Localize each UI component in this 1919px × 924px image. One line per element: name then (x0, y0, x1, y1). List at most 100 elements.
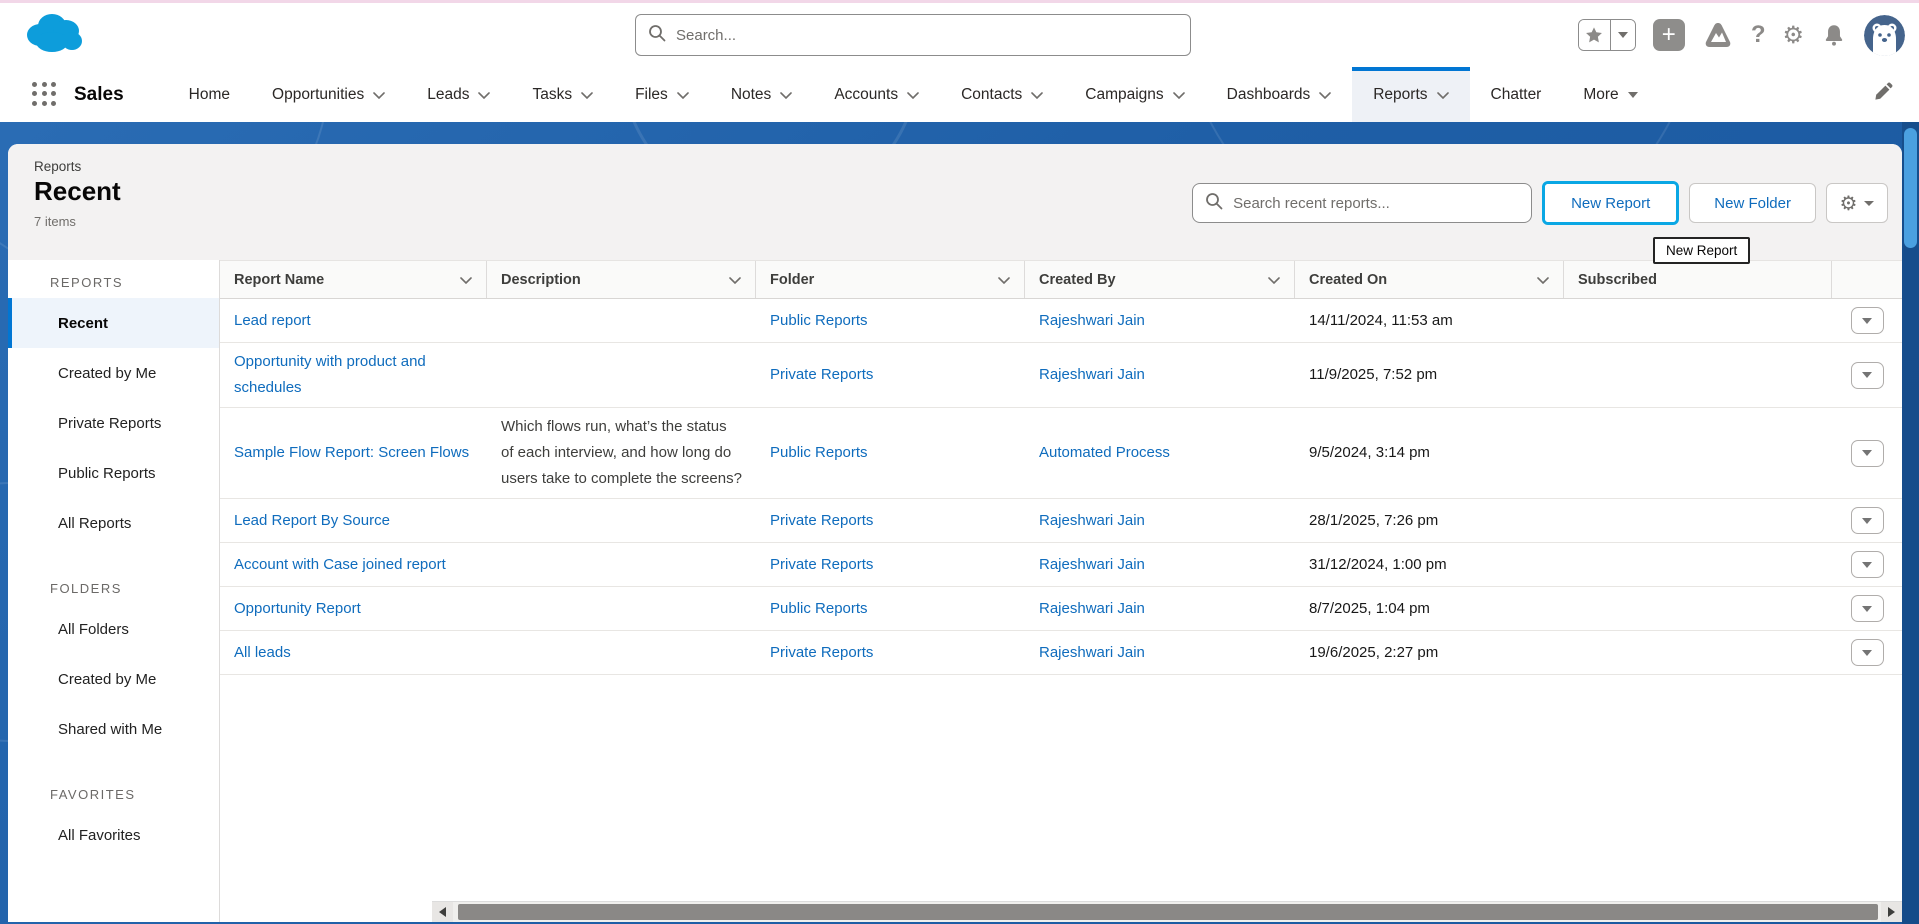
scroll-left-arrow-icon[interactable] (432, 902, 453, 922)
scroll-right-arrow-icon[interactable] (1881, 902, 1902, 922)
notifications-bell-icon[interactable] (1821, 22, 1847, 48)
caret-down-icon (1628, 92, 1638, 98)
cell-subscribed (1564, 499, 1832, 542)
created-by-link[interactable]: Rajeshwari Jain (1039, 596, 1145, 622)
vertical-scrollbar[interactable] (1902, 122, 1919, 924)
column-header-description[interactable]: Description (487, 261, 756, 298)
column-header-folder[interactable]: Folder (756, 261, 1025, 298)
row-actions-button[interactable] (1851, 440, 1884, 467)
tab-label: Notes (731, 86, 772, 104)
created-by-link[interactable]: Rajeshwari Jain (1039, 552, 1145, 578)
row-actions-button[interactable] (1851, 307, 1884, 334)
created-by-link[interactable]: Rajeshwari Jain (1039, 362, 1145, 388)
sidebar-item-label: Shared with Me (58, 721, 162, 738)
sidebar-item-all-folders[interactable]: All Folders (8, 604, 219, 654)
cell-row-actions (1832, 408, 1902, 498)
cell-description (487, 587, 756, 630)
tab-notes[interactable]: Notes (710, 67, 814, 122)
tab-reports[interactable]: Reports (1352, 67, 1469, 122)
setup-gear-icon[interactable]: ⚙ (1782, 21, 1804, 50)
table-row: Opportunity Report Public Reports Rajeshwa… (220, 587, 1902, 631)
app-name[interactable]: Sales (74, 84, 124, 106)
caret-down-icon (1862, 562, 1872, 568)
folder-link[interactable]: Public Reports (770, 440, 868, 466)
folder-link[interactable]: Public Reports (770, 308, 868, 334)
recent-reports-search-input[interactable] (1233, 195, 1519, 212)
new-folder-button[interactable]: New Folder (1689, 183, 1816, 223)
global-search[interactable] (635, 14, 1191, 56)
cell-description (487, 543, 756, 586)
tab-files[interactable]: Files (614, 67, 710, 122)
trailhead-icon[interactable] (1702, 19, 1734, 51)
cell-folder: Private Reports (756, 631, 1025, 674)
row-actions-button[interactable] (1851, 639, 1884, 666)
sidebar-item-label: Public Reports (58, 465, 156, 482)
tab-leads[interactable]: Leads (406, 67, 511, 122)
tab-home[interactable]: Home (168, 67, 251, 122)
sidebar-item-public-reports[interactable]: Public Reports (8, 448, 219, 498)
horizontal-scroll-thumb[interactable] (458, 904, 1878, 920)
new-report-button[interactable]: New Report (1545, 184, 1676, 222)
sidebar-item-label: Created by Me (58, 365, 156, 382)
folder-link[interactable]: Private Reports (770, 552, 873, 578)
created-by-link[interactable]: Automated Process (1039, 440, 1170, 466)
report-name-link[interactable]: All leads (234, 640, 291, 666)
folder-link[interactable]: Private Reports (770, 508, 873, 534)
sidebar-item-shared-with-me[interactable]: Shared with Me (8, 704, 219, 754)
row-actions-button[interactable] (1851, 507, 1884, 534)
created-by-link[interactable]: Rajeshwari Jain (1039, 640, 1145, 666)
tab-accounts[interactable]: Accounts (813, 67, 940, 122)
favorites-star-icon[interactable] (1579, 20, 1611, 50)
tab-tasks[interactable]: Tasks (511, 67, 614, 122)
sidebar-item-created-by-me[interactable]: Created by Me (8, 654, 219, 704)
sidebar-item-recent[interactable]: Recent (8, 298, 219, 348)
recent-reports-search[interactable] (1192, 183, 1532, 223)
edit-pencil-icon[interactable] (1873, 82, 1893, 107)
user-avatar[interactable] (1864, 15, 1905, 56)
column-header-created-on[interactable]: Created On (1295, 261, 1564, 298)
folder-link[interactable]: Public Reports (770, 596, 868, 622)
sidebar-section-heading: FOLDERS (8, 572, 219, 604)
tab-more[interactable]: More (1562, 67, 1658, 122)
cell-report-name: Sample Flow Report: Screen Flows (220, 408, 487, 498)
sidebar-item-created-by-me[interactable]: Created by Me (8, 348, 219, 398)
vertical-scroll-thumb[interactable] (1904, 128, 1917, 248)
chevron-down-icon (478, 86, 490, 104)
report-name-link[interactable]: Account with Case joined report (234, 552, 446, 578)
horizontal-scrollbar[interactable] (432, 901, 1902, 922)
column-header-label: Report Name (234, 272, 324, 288)
tab-chatter[interactable]: Chatter (1470, 67, 1563, 122)
sidebar-item-private-reports[interactable]: Private Reports (8, 398, 219, 448)
row-actions-button[interactable] (1851, 551, 1884, 578)
cell-row-actions (1832, 587, 1902, 630)
created-by-link[interactable]: Rajeshwari Jain (1039, 508, 1145, 534)
search-icon (648, 24, 666, 47)
report-name-link[interactable]: Opportunity Report (234, 596, 361, 622)
cell-created-by: Rajeshwari Jain (1025, 587, 1295, 630)
row-actions-button[interactable] (1851, 595, 1884, 622)
global-actions-icon[interactable]: + (1653, 19, 1685, 51)
row-actions-button[interactable] (1851, 362, 1884, 389)
app-launcher-icon[interactable] (32, 82, 58, 108)
column-header-created-by[interactable]: Created By (1025, 261, 1295, 298)
tab-contacts[interactable]: Contacts (940, 67, 1064, 122)
column-header-report-name[interactable]: Report Name (220, 261, 487, 298)
report-name-link[interactable]: Lead Report By Source (234, 508, 390, 534)
chevron-down-icon (907, 86, 919, 104)
tab-dashboards[interactable]: Dashboards (1206, 67, 1353, 122)
sidebar-item-all-favorites[interactable]: All Favorites (8, 810, 219, 860)
report-name-link[interactable]: Lead report (234, 308, 311, 334)
folder-link[interactable]: Private Reports (770, 640, 873, 666)
tab-opportunities[interactable]: Opportunities (251, 67, 406, 122)
report-name-link[interactable]: Sample Flow Report: Screen Flows (234, 440, 469, 466)
help-icon[interactable]: ? (1751, 21, 1766, 49)
global-search-input[interactable] (676, 27, 1178, 44)
created-by-link[interactable]: Rajeshwari Jain (1039, 308, 1145, 334)
sidebar-item-all-reports[interactable]: All Reports (8, 498, 219, 548)
list-settings-button[interactable]: ⚙ (1826, 183, 1888, 223)
report-name-link[interactable]: Opportunity with product and schedules (234, 349, 473, 401)
favorites-caret-icon[interactable] (1611, 20, 1635, 50)
tab-campaigns[interactable]: Campaigns (1064, 67, 1205, 122)
column-header-subscribed[interactable]: Subscribed (1564, 261, 1832, 298)
folder-link[interactable]: Private Reports (770, 362, 873, 388)
